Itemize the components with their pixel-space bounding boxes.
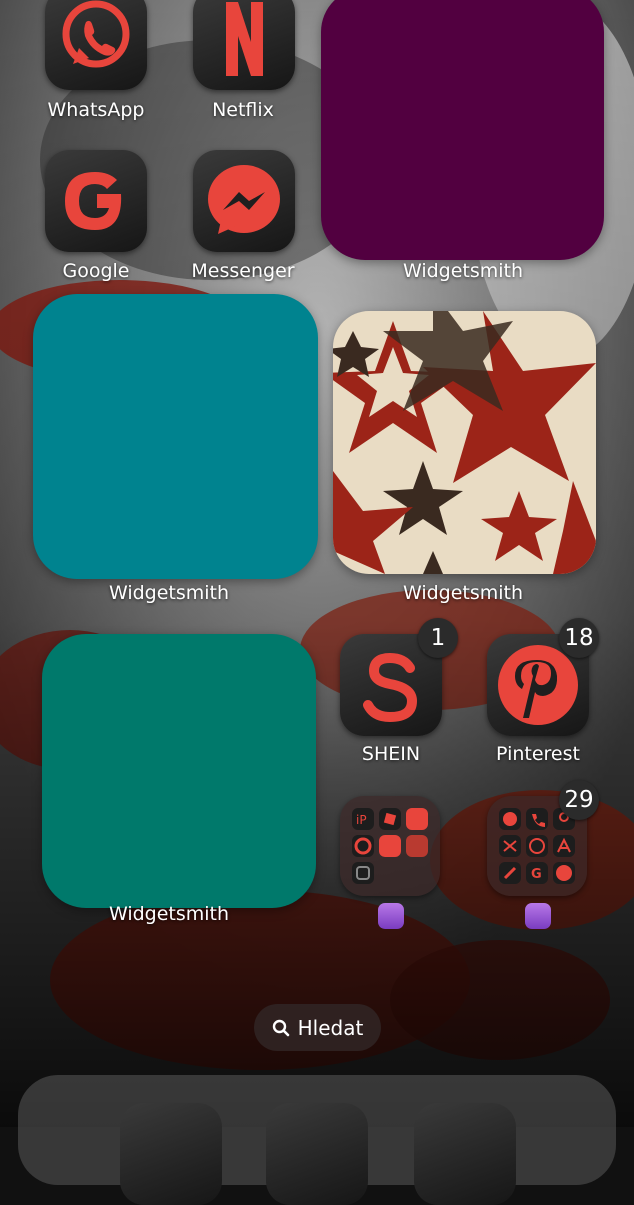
spotlight-search-button[interactable]: Hledat — [254, 1004, 381, 1051]
app-folder-1[interactable]: iP — [340, 796, 440, 896]
messenger-app[interactable] — [193, 150, 295, 252]
widgetsmith-widget-green[interactable] — [42, 634, 316, 908]
pinterest-app[interactable]: 18 — [487, 618, 599, 736]
widgetsmith-widget-purple[interactable] — [321, 0, 604, 260]
dock-app-3[interactable] — [414, 1103, 516, 1205]
widgetsmith-widget-teal[interactable] — [33, 294, 318, 579]
messenger-label: Messenger — [191, 260, 295, 282]
netflix-label: Netflix — [212, 99, 274, 121]
widgetsmith-label-3: Widgetsmith — [402, 582, 524, 604]
netflix-app[interactable] — [193, 0, 295, 90]
yin-yang-icon — [525, 903, 551, 929]
shein-badge: 1 — [418, 618, 458, 658]
messenger-icon — [208, 165, 280, 234]
shein-label: SHEIN — [361, 743, 421, 765]
whatsapp-icon — [62, 0, 130, 68]
stars-pattern-image — [333, 311, 596, 574]
svg-text:G: G — [531, 867, 542, 882]
dock-app-2[interactable] — [266, 1103, 368, 1205]
widgetsmith-widget-stars[interactable] — [333, 311, 596, 574]
widgetsmith-label-1: Widgetsmith — [402, 260, 524, 282]
google-icon — [65, 172, 122, 230]
widgetsmith-label-4: Widgetsmith — [108, 903, 230, 925]
pinterest-label: Pinterest — [496, 743, 580, 765]
dock-app-1[interactable] — [120, 1103, 222, 1205]
magnifier-icon — [272, 1019, 289, 1036]
whatsapp-label: WhatsApp — [47, 99, 145, 121]
folder-2-badge: 29 — [559, 780, 599, 820]
svg-text:iP: iP — [356, 813, 367, 827]
netflix-icon — [226, 2, 263, 76]
google-app[interactable] — [45, 150, 147, 252]
yin-yang-icon — [378, 903, 404, 929]
search-label: Hledat — [297, 1015, 364, 1040]
pinterest-badge: 18 — [559, 618, 599, 658]
app-folder-2[interactable]: G 29 — [487, 780, 599, 896]
widgetsmith-label-2: Widgetsmith — [108, 582, 230, 604]
whatsapp-app[interactable] — [45, 0, 147, 90]
shein-app[interactable]: 1 — [340, 618, 458, 736]
dock — [18, 1075, 616, 1205]
google-label: Google — [62, 260, 130, 282]
